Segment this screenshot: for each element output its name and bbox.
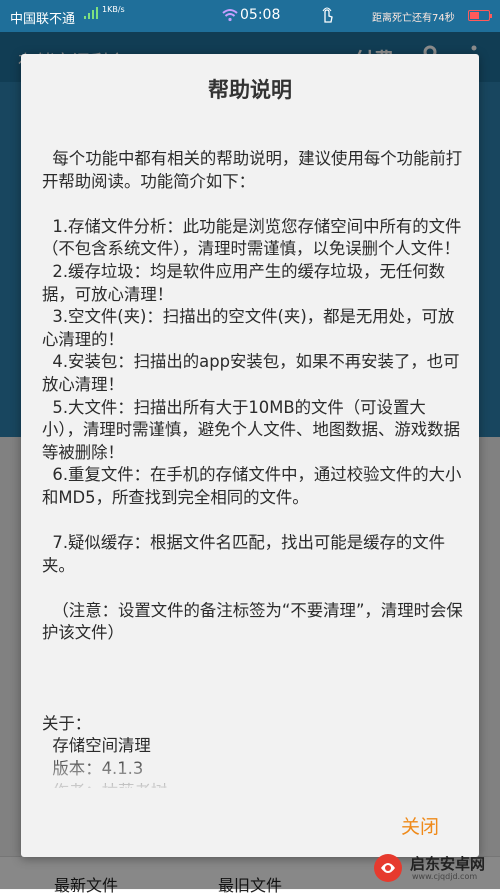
scroll-fade [42,754,472,794]
watermark-text: 启东安卓网 [410,855,486,873]
status-bar: 中国联不通 1KB/s 05:08 距离死亡还有74秒 [0,0,500,32]
close-button[interactable]: 关闭 [401,812,439,839]
battery-icon [468,10,492,21]
countdown-notice: 距离死亡还有74秒 [372,13,455,24]
dialog-title: 帮助说明 [208,78,292,102]
watermark-logo-icon [374,854,402,882]
wifi-icon [222,9,238,22]
help-dialog: 帮助说明 每个功能中都有相关的帮助说明，建议使用每个功能前打开帮助阅读。功能简介… [21,54,479,857]
watermark-url: www.cjqdjd.com [412,872,478,881]
signal-icon [84,7,98,19]
network-speed: 1KB/s [102,5,125,14]
clock: 05:08 [240,7,281,23]
touch-icon [322,7,333,23]
carrier-label: 中国联不通 [10,12,76,27]
help-content[interactable]: 每个功能中都有相关的帮助说明，建议使用每个功能前打开帮助阅读。功能简介如下： 1… [42,148,466,788]
